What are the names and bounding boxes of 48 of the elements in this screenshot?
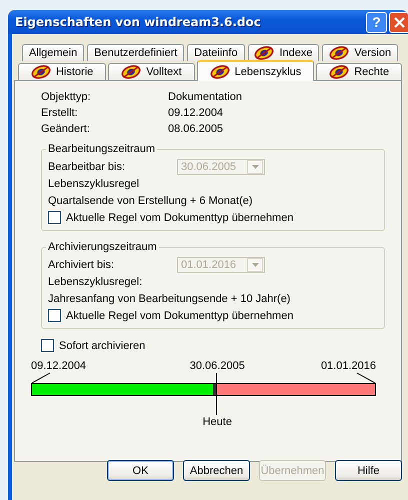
info-label: Geändert: [41,123,91,135]
dialog-button[interactable]: Abbrechen [183,460,250,481]
tab[interactable]: Rechte [316,63,402,80]
checkbox[interactable] [48,309,61,322]
caret-icon [252,262,258,266]
deadline-date: 30.06.2005 [190,360,245,373]
field-label: Archiviert bis: [48,258,116,270]
start-date: 09.12.2004 [31,360,86,373]
checkbox-label: Sofort archivieren [59,340,146,352]
checkbox-label: Aktuelle Regel vom Dokumenttyp übernehmen [66,310,294,322]
tab[interactable]: Dateiinfo [187,44,245,61]
checkbox-label: Aktuelle Regel vom Dokumenttyp übernehmen [66,212,294,224]
eye-icon [254,46,274,60]
eye-icon [210,64,230,78]
rule-text: Jahresanfang von Bearbeitungsende + 10 Jahr(e) [48,292,290,304]
group-title: Bearbeitungszeitraum [46,143,158,156]
eye-icon [121,65,142,79]
end-date: 01.01.2016 [320,360,376,373]
info-value: 08.06.2005 [168,123,224,135]
rule-label: Lebenszyklusregel [48,178,140,190]
rule-label: Lebenszyklusregel: [48,276,142,288]
eye-icon [329,46,350,60]
info-label: Objekttyp: [41,91,92,103]
tab[interactable]: Indexe [248,44,320,61]
tab[interactable]: Allgemein [22,44,84,61]
checkbox[interactable] [48,211,61,224]
eye-icon [329,65,350,79]
dialog-button[interactable]: Hilfe [335,460,402,481]
group-title: Archivierungszeitraum [46,241,159,254]
tab[interactable]: Version [322,44,398,61]
rule-text: Quartalsende von Erstellung + 6 Monat(e) [48,194,253,206]
checkbox[interactable] [41,339,54,352]
tab[interactable]: Historie [18,63,106,80]
close-button[interactable] [389,12,408,32]
field-label: Bearbeitbar bis: [48,160,126,172]
tab[interactable]: Volltext [108,63,195,80]
info-value: Dokumentation [168,91,242,103]
help-button[interactable]: ? [366,12,387,32]
window-title: Eigenschaften von windream3.6.doc [15,15,261,29]
close-icon [394,16,405,28]
dialog-button[interactable]: OK [107,460,174,481]
info-label: Erstellt: [41,107,79,119]
tab[interactable]: Benutzerdefiniert [87,44,184,61]
info-value: 09.12.2004 [168,107,224,119]
today-label: Heute [202,416,232,429]
caret-icon [252,164,258,168]
eye-icon [30,65,51,79]
tab[interactable]: Lebenszyklus [196,60,314,81]
